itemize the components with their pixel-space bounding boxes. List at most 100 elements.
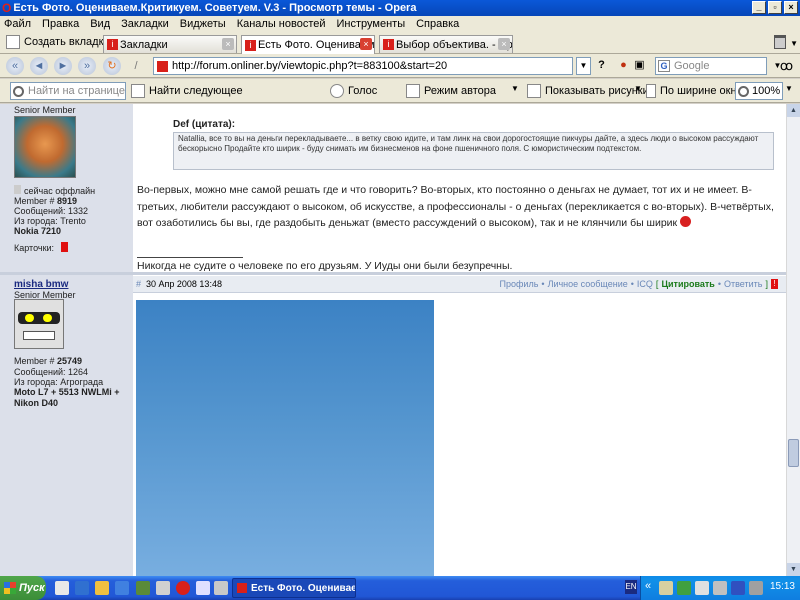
maximize-button[interactable]: ▫ (768, 1, 782, 14)
address-bar: « ◄ ► » ↻ / http://forum.onliner.by/view… (0, 54, 800, 78)
rewind-icon[interactable]: « (6, 57, 24, 75)
menu-edit[interactable]: Правка (42, 18, 79, 30)
minimize-button[interactable]: _ (752, 1, 766, 14)
post1-gear: Nokia 7210 (14, 226, 62, 236)
language-indicator[interactable]: EN (625, 580, 637, 594)
tray-icon-4[interactable] (713, 581, 727, 595)
tab-photo-thread[interactable]: i Есть Фото. Оцениваем.... × (241, 35, 375, 54)
find-next-icon (131, 84, 145, 98)
zoom-select[interactable]: 100% (735, 82, 783, 100)
address-field[interactable]: http://forum.onliner.by/viewtopic.php?t=… (153, 57, 573, 75)
tray-icon-2[interactable] (677, 581, 691, 595)
opera-logo-icon: O (2, 1, 12, 15)
quicklaunch-tool-icon[interactable] (156, 581, 170, 595)
close-button[interactable]: × (784, 1, 798, 14)
voice-button[interactable]: Голос (330, 84, 377, 98)
new-tab-button[interactable]: Создать вкладку (6, 35, 109, 49)
find-placeholder: Найти на странице (28, 85, 125, 97)
tab-bar: Создать вкладку i Закладки × i Есть Фото… (0, 32, 800, 54)
tab-close-icon[interactable]: × (222, 38, 234, 50)
quicklaunch-misc-icon[interactable] (196, 581, 210, 595)
reload-icon[interactable]: ↻ (103, 57, 121, 75)
show-images-button[interactable]: Показывать рисунки (527, 84, 649, 98)
author-mode-label: Режим автора (424, 85, 496, 97)
scroll-up-icon[interactable]: ▲ (787, 104, 800, 117)
images-dropdown-icon[interactable]: ▼ (634, 84, 642, 93)
menu-help[interactable]: Справка (416, 18, 459, 30)
member-no-label: Member # (14, 356, 55, 366)
post2-avatar (14, 299, 64, 349)
icq-link[interactable]: ICQ (637, 279, 653, 289)
vertical-scrollbar[interactable]: ▲ ▼ (786, 104, 800, 576)
reply-link[interactable]: Ответить (724, 279, 762, 289)
trash-icon[interactable] (774, 35, 786, 49)
menu-widgets[interactable]: Виджеты (180, 18, 226, 30)
profile-link[interactable]: Профиль (500, 279, 539, 289)
post1-rank: Senior Member (14, 105, 76, 115)
tab-lens-choice[interactable]: i Выбор объектива. - Пр... × (379, 35, 513, 53)
url-history-dropdown[interactable]: ▼ (576, 57, 591, 75)
start-label: Пуск (19, 582, 45, 594)
tab-close-icon[interactable]: × (498, 38, 510, 50)
member-no-value: 8919 (57, 196, 78, 206)
tray-icon-6[interactable] (749, 581, 763, 595)
author-mode-dropdown-icon[interactable]: ▼ (511, 84, 519, 93)
notes-icon[interactable]: ▣ (632, 58, 647, 73)
forward-icon[interactable]: ► (54, 57, 72, 75)
quicklaunch-ie-icon[interactable] (75, 581, 89, 595)
start-button[interactable]: Пуск (0, 576, 46, 600)
security-icon[interactable]: ● (616, 58, 631, 73)
post-anchor-link[interactable]: # (136, 279, 141, 289)
opera-favicon-icon (237, 583, 247, 593)
quicklaunch-folder-icon[interactable] (95, 581, 109, 595)
menu-bookmarks[interactable]: Закладки (121, 18, 169, 30)
scroll-down-icon[interactable]: ▼ (787, 563, 800, 576)
red-card-icon (60, 242, 68, 252)
google-icon: G (658, 60, 670, 72)
cards-label: Карточки: (14, 243, 55, 253)
voice-icon (330, 84, 344, 98)
chevron-down-icon[interactable]: ▼ (790, 39, 798, 48)
tab-close-icon[interactable]: × (360, 38, 372, 50)
quicklaunch-extra-icon[interactable] (214, 581, 228, 595)
fit-width-button[interactable]: По ширине окна (646, 84, 743, 98)
system-tray: « 15:13 (640, 576, 800, 600)
post1-status-text: сейчас оффлайн (24, 186, 96, 196)
quicklaunch-opera-icon[interactable] (176, 581, 190, 595)
title-bar: O Есть Фото. Оцениваем.Критикуем. Совету… (0, 0, 800, 16)
zoom-dropdown-icon[interactable]: ▼ (785, 84, 793, 93)
menu-bar: Файл Правка Вид Закладки Виджеты Каналы … (0, 16, 800, 32)
back-icon[interactable]: ◄ (30, 57, 48, 75)
menu-file[interactable]: Файл (4, 18, 31, 30)
find-input[interactable]: Найти на странице (10, 82, 126, 100)
quote-box: Natallia, все то вы на деньги перекладыв… (173, 132, 774, 170)
menu-tools[interactable]: Инструменты (337, 18, 406, 30)
edit-pen-icon[interactable]: / (127, 57, 145, 75)
quicklaunch-desktop-icon[interactable] (55, 581, 69, 595)
tray-icon-1[interactable] (659, 581, 673, 595)
taskbar-opera-window[interactable]: Есть Фото. Оценивае... (232, 578, 356, 598)
bracket-close: ] (765, 279, 768, 289)
quicklaunch-media-icon[interactable] (115, 581, 129, 595)
dot-separator: • (541, 279, 545, 289)
binoculars-icon[interactable]: ꝏ (779, 58, 794, 73)
post2-username[interactable]: misha bmw (14, 279, 68, 290)
author-mode-button[interactable]: Режим автора (406, 84, 496, 98)
find-next-button[interactable]: Найти следующее (131, 84, 243, 98)
post2-member-no: Member # 25749 (14, 356, 82, 367)
scroll-thumb[interactable] (788, 439, 799, 467)
tab-bookmarks[interactable]: i Закладки × (103, 35, 237, 53)
search-input[interactable]: G Google (655, 57, 767, 75)
menu-view[interactable]: Вид (90, 18, 110, 30)
menu-feeds[interactable]: Каналы новостей (237, 18, 326, 30)
tray-expand-icon[interactable]: « (645, 580, 651, 592)
report-button[interactable]: ! (771, 279, 778, 289)
tray-icon-5[interactable] (731, 581, 745, 595)
fast-forward-icon[interactable]: » (78, 57, 96, 75)
tray-icon-3[interactable] (695, 581, 709, 595)
quicklaunch-app-icon[interactable] (136, 581, 150, 595)
help-icon[interactable]: ? (594, 58, 609, 73)
quote-link[interactable]: Цитировать (661, 279, 714, 289)
dot-separator: • (630, 279, 634, 289)
pm-link[interactable]: Личное сообщение (548, 279, 628, 289)
